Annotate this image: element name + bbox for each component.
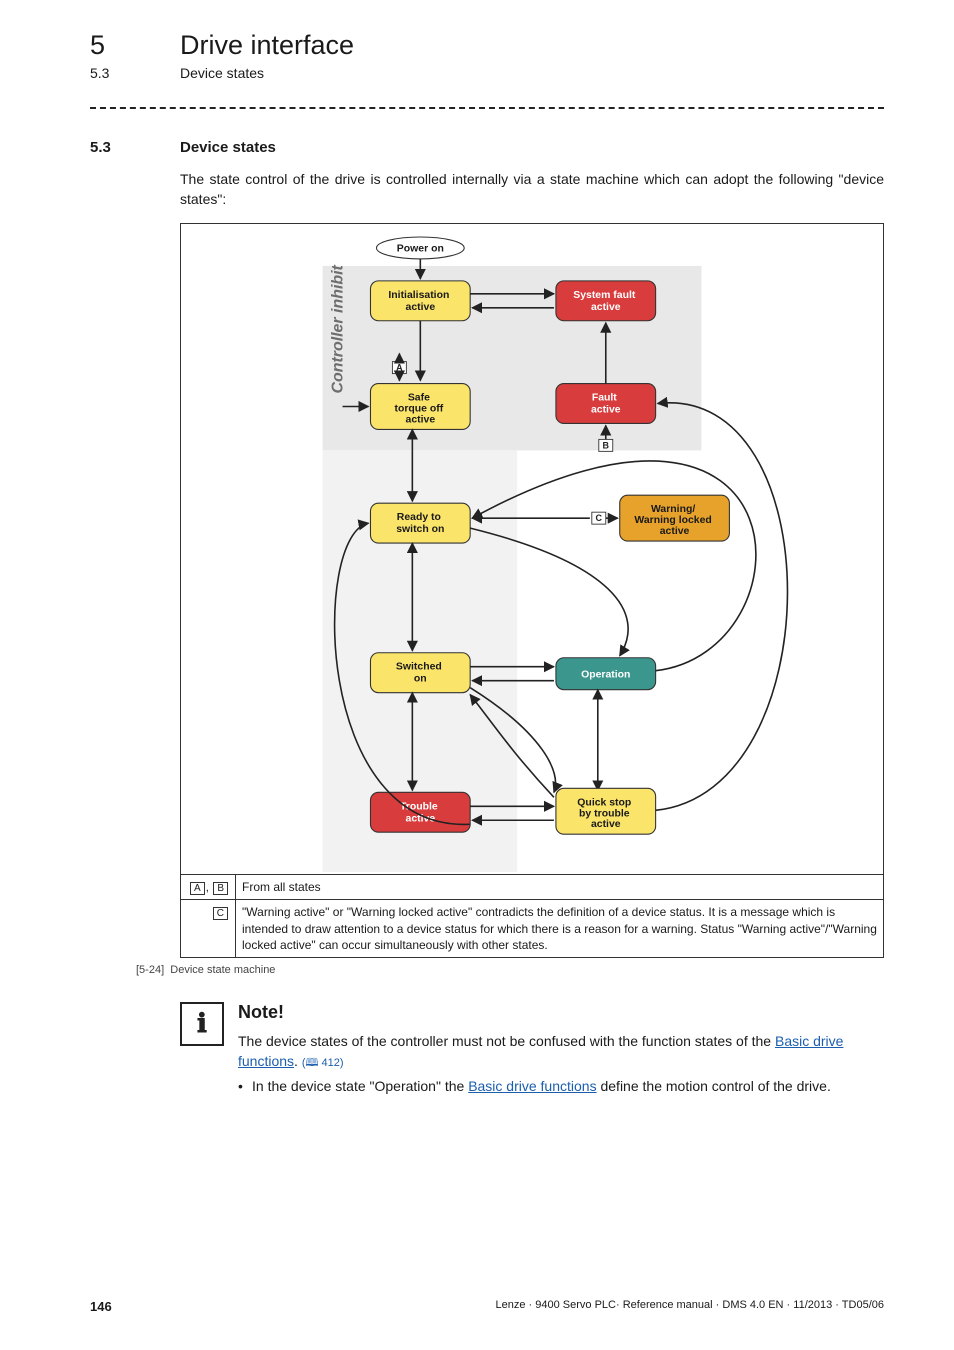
- inhibit-label: Controller inhibit: [330, 265, 347, 394]
- section-number: 5.3: [90, 139, 180, 156]
- legend-table: A, B From all states C "Warning active" …: [180, 874, 884, 958]
- legend-ab-text: From all states: [236, 875, 884, 900]
- table-row: A, B From all states: [181, 875, 884, 900]
- subchapter-title: Device states: [180, 65, 264, 81]
- table-row: C "Warning active" or "Warning locked ac…: [181, 900, 884, 958]
- state-diagram: Controller inhibit Power on Initialisati…: [180, 223, 884, 874]
- power-on-label: Power on: [397, 244, 444, 255]
- note-body: The device states of the controller must…: [238, 1031, 884, 1097]
- chapter-title: Drive interface: [180, 30, 354, 61]
- subchapter-number: 5.3: [90, 65, 180, 81]
- note-box: ℹ Note! The device states of the control…: [180, 1002, 884, 1097]
- svg-text:A: A: [396, 363, 403, 373]
- state-diagram-svg: Controller inhibit Power on Initialisati…: [193, 234, 871, 872]
- legend-c-text: "Warning active" or "Warning locked acti…: [236, 900, 884, 958]
- svg-text:Fault active: Fault active: [591, 392, 621, 415]
- info-icon: ℹ: [180, 1002, 224, 1046]
- chapter-number: 5: [90, 30, 180, 61]
- link-basic-drive-functions-2[interactable]: Basic drive functions: [468, 1078, 596, 1094]
- svg-text:Operation: Operation: [581, 670, 630, 681]
- page-number: 146: [90, 1299, 112, 1314]
- figure-caption: [5-24] Device state machine: [136, 964, 884, 976]
- section-intro: The state control of the drive is contro…: [180, 170, 884, 209]
- section-title: Device states: [180, 139, 276, 156]
- footer-text: Lenze · 9400 Servo PLC· Reference manual…: [496, 1299, 884, 1314]
- svg-text:Ready to switch on: Ready to switch on: [396, 512, 444, 535]
- page-ref[interactable]: (🕮 412): [302, 1057, 344, 1069]
- divider: [90, 107, 884, 109]
- svg-text:B: B: [603, 441, 610, 451]
- svg-text:C: C: [596, 513, 603, 523]
- note-title: Note!: [238, 1002, 884, 1023]
